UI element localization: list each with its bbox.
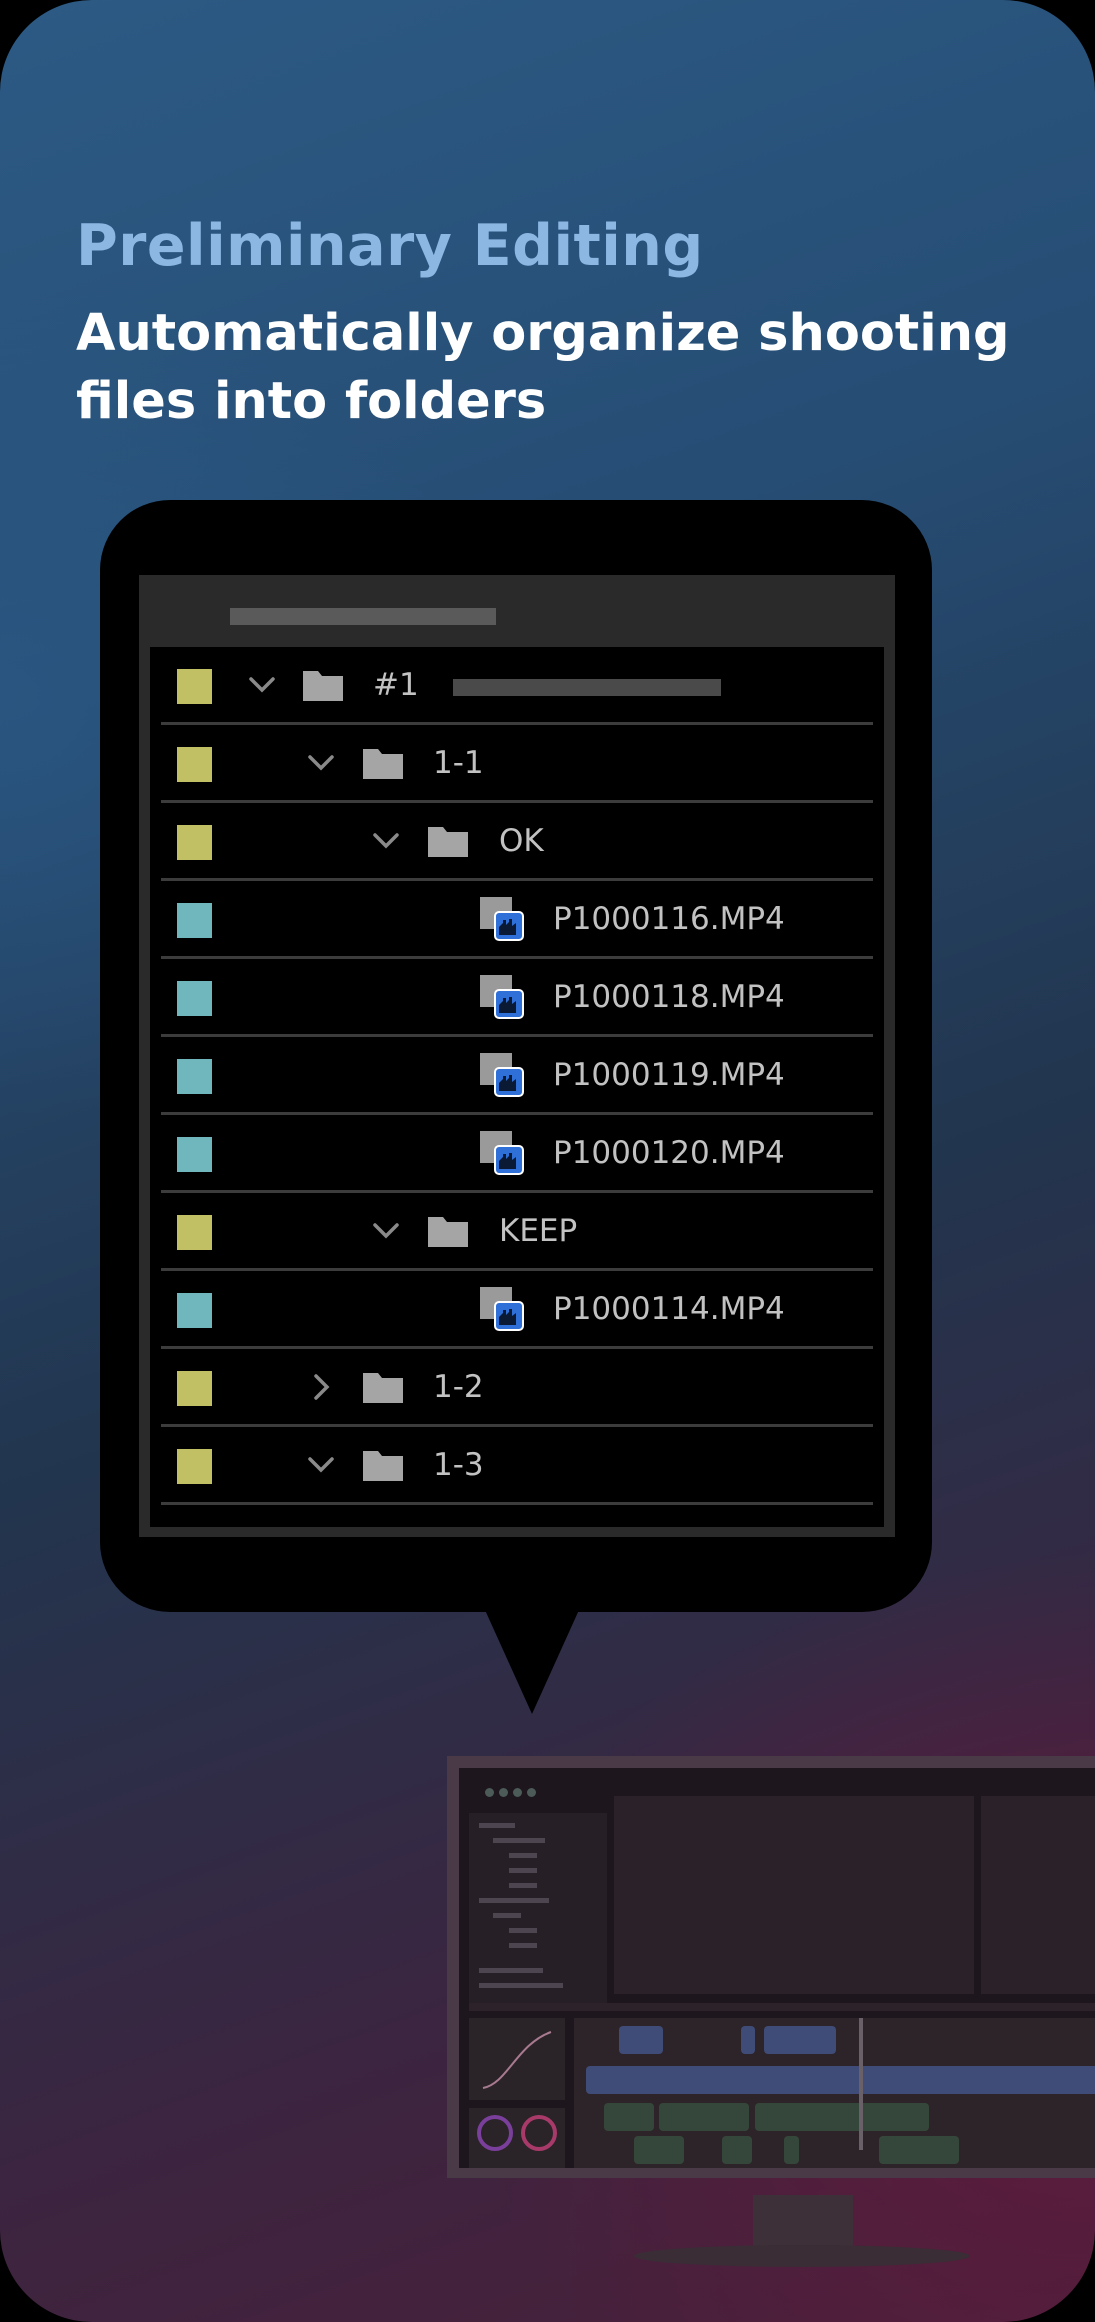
mock-line: [479, 1983, 563, 1988]
folder-name-placeholder: [453, 679, 721, 696]
tree-row-label: 1-1: [433, 745, 484, 781]
tree-row-clip[interactable]: P1000116.MP4: [161, 881, 873, 959]
subtitle: Automatically organize shooting files in…: [76, 304, 1010, 431]
video-clip-icon: [480, 897, 524, 941]
mock-clip: [604, 2103, 654, 2131]
tree-row-folder[interactable]: 1-3: [161, 1427, 873, 1505]
tree-row-label: P1000116.MP4: [553, 901, 785, 937]
mock-line: [509, 1868, 537, 1873]
chevron-down-icon[interactable]: [301, 1445, 341, 1485]
mock-line: [493, 1913, 521, 1918]
tree-row-label: 1-2: [433, 1369, 484, 1405]
folder-icon: [303, 671, 343, 701]
callout-tail: [485, 1610, 579, 1714]
mock-line: [509, 1928, 537, 1933]
chevron-down-icon[interactable]: [366, 821, 406, 861]
mock-line: [509, 1943, 537, 1948]
tree-row-label: P1000119.MP4: [553, 1057, 785, 1093]
mock-line: [479, 1823, 515, 1828]
mock-clip: [764, 2026, 836, 2054]
mock-playhead: [859, 2018, 863, 2150]
mock-clip: [784, 2136, 799, 2164]
tree-row-label: OK: [499, 823, 544, 859]
mock-divider: [469, 2003, 1095, 2011]
video-clip-icon: [480, 1287, 524, 1331]
mock-viewer: [614, 1796, 974, 1994]
window-dot: [485, 1788, 494, 1797]
label-color-chip[interactable]: [177, 747, 212, 782]
tree-row-clip[interactable]: P1000120.MP4: [161, 1115, 873, 1193]
mock-clip: [659, 2103, 749, 2131]
chevron-right-icon[interactable]: [301, 1367, 341, 1407]
mock-clip: [879, 2136, 959, 2164]
mock-line: [479, 1898, 549, 1903]
window-dot: [513, 1788, 522, 1797]
window-dot: [527, 1788, 536, 1797]
promo-screen: Preliminary Editing Automatically organi…: [0, 0, 1095, 2322]
mock-viewer-2: [981, 1796, 1095, 1994]
monitor-screen: [459, 1768, 1095, 2168]
label-color-chip[interactable]: [177, 825, 212, 860]
label-color-chip[interactable]: [177, 981, 212, 1016]
mock-clip: [722, 2136, 752, 2164]
mock-line: [479, 1968, 543, 1973]
monitor-stand-base: [634, 2245, 970, 2267]
tree-row-label: P1000114.MP4: [553, 1291, 785, 1327]
tree-row-folder[interactable]: 1-2: [161, 1349, 873, 1427]
folder-icon: [428, 827, 468, 857]
panel-title-placeholder: [230, 608, 496, 625]
mock-clip: [586, 2066, 1095, 2094]
label-color-chip[interactable]: [177, 1137, 212, 1172]
label-color-chip[interactable]: [177, 1059, 212, 1094]
tree-row-folder[interactable]: 1-1: [161, 725, 873, 803]
color-wheel-icons: [477, 2115, 557, 2151]
window-dot: [499, 1788, 508, 1797]
media-bin-panel: #1 1-1 OK P1000116.MP4 P1000118.MP4 P100…: [139, 575, 895, 1537]
video-clip-icon: [480, 1131, 524, 1175]
mock-clip: [755, 2103, 929, 2131]
video-clip-icon: [480, 1053, 524, 1097]
mock-clip: [741, 2026, 755, 2054]
monitor-stand-neck: [753, 2195, 853, 2251]
tree-row-label: P1000120.MP4: [553, 1135, 785, 1171]
label-color-chip[interactable]: [177, 903, 212, 938]
monitor-illustration: [447, 1756, 1095, 2178]
tree-row-folder[interactable]: #1: [161, 647, 873, 725]
headline: Preliminary Editing Automatically organi…: [76, 210, 1056, 436]
label-color-chip[interactable]: [177, 1449, 212, 1484]
folder-icon: [428, 1217, 468, 1247]
tree-row-label: #1: [373, 667, 419, 703]
label-color-chip[interactable]: [177, 1293, 212, 1328]
file-tree: #1 1-1 OK P1000116.MP4 P1000118.MP4 P100…: [150, 647, 884, 1527]
tree-row-clip[interactable]: P1000118.MP4: [161, 959, 873, 1037]
mock-clip: [634, 2136, 684, 2164]
folder-icon: [363, 749, 403, 779]
mock-line: [509, 1853, 537, 1858]
tree-row-clip[interactable]: P1000114.MP4: [161, 1271, 873, 1349]
mock-line: [493, 1838, 545, 1843]
tree-row-label: P1000118.MP4: [553, 979, 785, 1015]
video-clip-icon: [480, 975, 524, 1019]
label-color-chip[interactable]: [177, 1371, 212, 1406]
tree-row-folder[interactable]: KEEP: [161, 1193, 873, 1271]
label-color-chip[interactable]: [177, 669, 212, 704]
tree-row-label: 1-3: [433, 1447, 484, 1483]
mock-line: [509, 1883, 537, 1888]
label-color-chip[interactable]: [177, 1215, 212, 1250]
mock-clip: [619, 2026, 663, 2054]
tree-row-folder[interactable]: OK: [161, 803, 873, 881]
kicker-title: Preliminary Editing: [76, 213, 704, 279]
tree-row-clip[interactable]: P1000119.MP4: [161, 1037, 873, 1115]
curve-graph: [482, 2031, 552, 2089]
folder-icon: [363, 1451, 403, 1481]
chevron-down-icon[interactable]: [242, 665, 282, 705]
chevron-down-icon[interactable]: [301, 743, 341, 783]
tree-row-label: KEEP: [499, 1213, 578, 1249]
folder-icon: [363, 1373, 403, 1403]
chevron-down-icon[interactable]: [366, 1211, 406, 1251]
